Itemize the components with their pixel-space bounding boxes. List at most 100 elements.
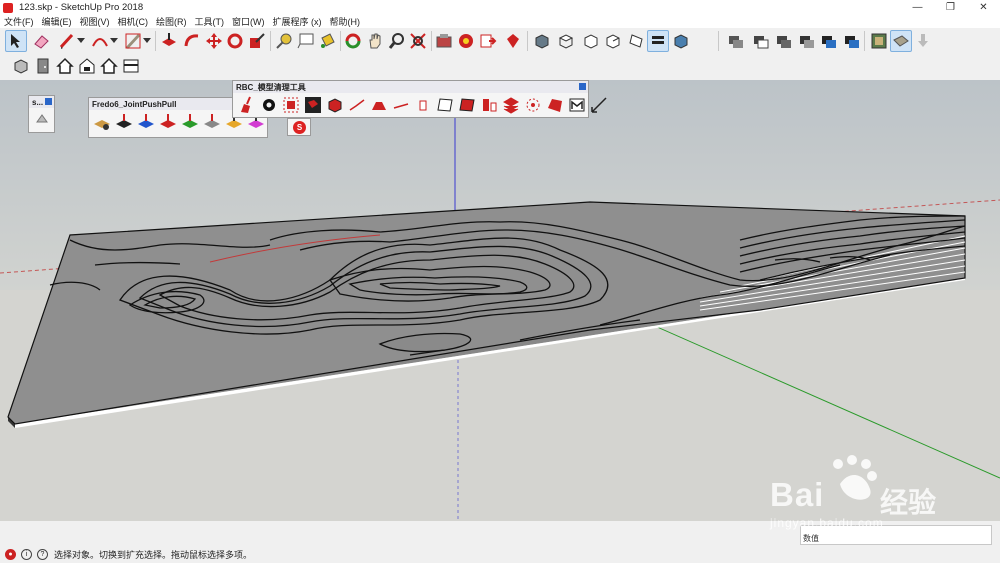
credits-icon[interactable]: i (21, 549, 32, 560)
component-e-icon[interactable] (818, 30, 840, 52)
measure-icon[interactable] (588, 94, 610, 116)
shaded-style-icon[interactable] (647, 30, 669, 52)
component-d-icon[interactable] (796, 30, 818, 52)
orbit-icon[interactable] (342, 30, 364, 52)
menu-window[interactable]: 窗口(W) (228, 15, 269, 28)
right-view-icon[interactable] (602, 30, 624, 52)
menu-extensions[interactable]: 扩展程序 (x) (269, 15, 326, 28)
zoom-extents-icon[interactable] (407, 30, 429, 52)
extension-warehouse-icon[interactable] (455, 30, 477, 52)
secondary-toolbar (0, 53, 1000, 80)
m-tool-icon[interactable] (566, 94, 588, 116)
jpp-joint-icon[interactable] (113, 111, 135, 133)
front-view-icon[interactable] (580, 30, 602, 52)
status-text: 选择对象。切换到扩充选择。拖动鼠标选择多项。 (54, 550, 253, 560)
cylinder-icon[interactable] (478, 94, 500, 116)
xray-style-icon[interactable] (670, 30, 692, 52)
menu-help[interactable]: 帮助(H) (326, 15, 365, 28)
menu-tools[interactable]: 工具(T) (191, 15, 229, 28)
rbc-title: RBC_模型清理工具 (233, 81, 588, 93)
select-arrow-icon[interactable] (5, 30, 27, 52)
jpp-normal-icon[interactable] (157, 111, 179, 133)
eraser-icon[interactable] (30, 30, 52, 52)
geolocation-icon[interactable]: ● (5, 549, 16, 560)
rbc-panel: RBC_模型清理工具 (232, 80, 607, 118)
component-c-icon[interactable] (773, 30, 795, 52)
menu-view[interactable]: 视图(V) (76, 15, 114, 28)
menu-draw[interactable]: 绘图(R) (152, 15, 191, 28)
door-icon[interactable] (32, 55, 54, 77)
styles-icon[interactable] (868, 30, 890, 52)
jpp-vector-icon[interactable] (135, 111, 157, 133)
chevron-down-icon[interactable] (142, 30, 152, 52)
cleanup-group-icon[interactable] (280, 94, 302, 116)
watermark-cn: 经验 (880, 487, 937, 518)
window-controls: — ❐ ✕ (901, 0, 1000, 15)
shape-outline-icon[interactable] (434, 94, 456, 116)
zoom-icon[interactable] (386, 30, 408, 52)
minimize-button[interactable]: — (901, 0, 934, 15)
follow-me-icon[interactable] (181, 30, 203, 52)
iso-view-icon[interactable] (531, 30, 553, 52)
watermark-url: jingyan.baidu.com (770, 516, 884, 530)
solid-tools-icon[interactable] (10, 55, 32, 77)
menu-file[interactable]: 文件(F) (0, 15, 38, 28)
house-2-icon[interactable] (98, 55, 120, 77)
sketchup-logo-icon (3, 2, 13, 13)
status-line: ● i ? 选择对象。切换到扩充选择。拖动鼠标选择多项。 (0, 546, 1000, 563)
chevron-down-icon[interactable] (76, 30, 86, 52)
house-outline-icon[interactable] (76, 55, 98, 77)
close-icon[interactable] (45, 98, 52, 105)
shape-red-icon[interactable] (456, 94, 478, 116)
circle-dots-icon[interactable] (522, 94, 544, 116)
send-to-layout-icon[interactable] (477, 30, 499, 52)
small-panel-title: s... (29, 96, 54, 108)
scale-icon[interactable] (246, 30, 268, 52)
help-icon[interactable]: ? (37, 549, 48, 560)
close-button[interactable]: ✕ (967, 0, 1000, 15)
top-view-icon[interactable] (555, 30, 577, 52)
close-icon[interactable] (579, 83, 586, 90)
shadows-icon[interactable] (890, 30, 912, 52)
paint-bucket-icon[interactable] (316, 30, 338, 52)
component-f-icon[interactable] (841, 30, 863, 52)
broom-icon[interactable] (236, 94, 258, 116)
line-tool-icon[interactable] (346, 94, 368, 116)
3d-warehouse-icon[interactable] (433, 30, 455, 52)
solid-icon[interactable] (35, 112, 49, 126)
main-toolbar (0, 28, 1000, 55)
menu-camera[interactable]: 相机(C) (114, 15, 153, 28)
jpp-settings-icon[interactable] (91, 111, 113, 133)
red-shape-icon[interactable] (544, 94, 566, 116)
pan-icon[interactable] (364, 30, 386, 52)
chevron-down-icon[interactable] (109, 30, 119, 52)
component-a-icon[interactable] (725, 30, 747, 52)
maximize-button[interactable]: ❐ (934, 0, 967, 15)
gear-icon[interactable] (258, 94, 280, 116)
tape-measure-icon[interactable] (273, 30, 295, 52)
stack-icon[interactable] (500, 94, 522, 116)
menu-edit[interactable]: 编辑(E) (38, 15, 76, 28)
rotate-icon[interactable] (224, 30, 246, 52)
rectangle-icon[interactable] (122, 30, 144, 52)
jpp-extrude-icon[interactable] (179, 111, 201, 133)
window-icon[interactable] (120, 55, 142, 77)
plane-tool-icon[interactable] (368, 94, 390, 116)
s-extension-icon[interactable]: S (293, 121, 306, 134)
line-2-icon[interactable] (390, 94, 412, 116)
cube-red-a-icon[interactable] (302, 94, 324, 116)
move-icon[interactable] (203, 30, 225, 52)
watermark-brand: Bai (770, 476, 825, 513)
back-view-icon[interactable] (625, 30, 647, 52)
jpp-follow-icon[interactable] (201, 111, 223, 133)
push-pull-icon[interactable] (158, 30, 180, 52)
house-icon[interactable] (54, 55, 76, 77)
pencil-line-icon[interactable] (56, 30, 78, 52)
component-b-icon[interactable] (750, 30, 772, 52)
trash-icon[interactable] (412, 94, 434, 116)
text-label-icon[interactable] (295, 30, 317, 52)
ruby-extension-icon[interactable] (502, 30, 524, 52)
cube-red-b-icon[interactable] (324, 94, 346, 116)
arc-icon[interactable] (89, 30, 111, 52)
download-icon[interactable] (912, 30, 934, 52)
